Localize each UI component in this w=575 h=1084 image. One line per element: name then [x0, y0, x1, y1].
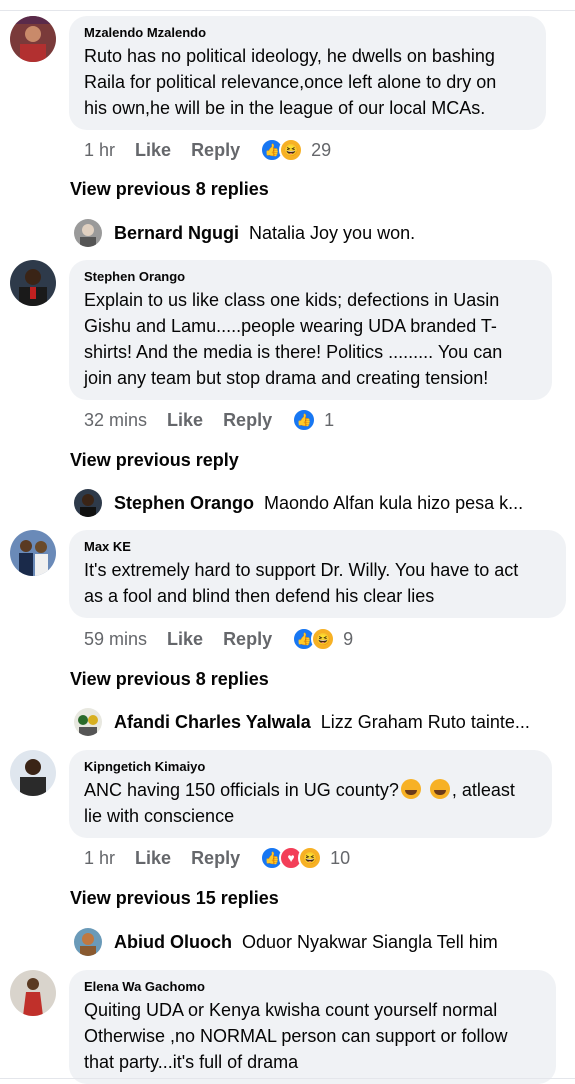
comment-author[interactable]: Stephen Orango: [84, 269, 538, 285]
reply-button[interactable]: Reply: [223, 410, 272, 431]
haha-reaction-icon: 😆: [279, 138, 304, 162]
view-previous-replies-link[interactable]: View previous 15 replies: [70, 888, 279, 909]
comment-author[interactable]: Elena Wa Gachomo: [84, 979, 542, 995]
comment-time[interactable]: 1 hr: [84, 140, 115, 161]
bottom-divider: [0, 1078, 575, 1079]
comment-time[interactable]: 1 hr: [84, 848, 115, 869]
reaction-count: 1: [324, 409, 335, 430]
comment-time[interactable]: 32 mins: [84, 410, 147, 431]
comment-time[interactable]: 59 mins: [84, 629, 147, 650]
comment-text: Explain to us like class one kids; defec…: [84, 290, 503, 388]
reaction-summary[interactable]: 👍 😆: [260, 138, 304, 162]
like-button[interactable]: Like: [135, 140, 171, 161]
like-button[interactable]: Like: [135, 848, 171, 869]
haha-reaction-icon: 😆: [298, 846, 323, 870]
reaction-count: 10: [330, 847, 351, 868]
comment-author[interactable]: Mzalendo Mzalendo: [84, 25, 532, 41]
reply-text: Lizz Graham Ruto tainte...: [320, 711, 530, 732]
reply-preview[interactable]: Abiud Oluoch Oduor Nyakwar Siangla Tell …: [74, 927, 564, 957]
reply-text: Oduor Nyakwar Siangla Tell him: [241, 931, 498, 952]
reply-preview[interactable]: Stephen Orango Maondo Alfan kula hizo pe…: [74, 488, 564, 518]
comment-bubble: Max KE It's extremely hard to support Dr…: [69, 530, 566, 618]
reply-author: Abiud Oluoch: [114, 931, 232, 952]
reply-author: Bernard Ngugi: [114, 222, 240, 243]
view-previous-replies-link[interactable]: View previous reply: [70, 450, 239, 471]
comment-text: Quiting UDA or Kenya kwisha count yourse…: [84, 1000, 508, 1072]
avatar[interactable]: [10, 750, 56, 796]
reaction-count: 29: [311, 139, 332, 160]
avatar: [74, 219, 102, 247]
comment-actions: 1 hr Like Reply 👍 ♥ 😆 10: [84, 846, 350, 870]
avatar[interactable]: [10, 16, 56, 62]
comment-text: It's extremely hard to support Dr. Willy…: [84, 560, 519, 606]
reply-preview[interactable]: Bernard Ngugi Natalia Joy you won.: [74, 218, 564, 248]
reply-button[interactable]: Reply: [191, 848, 240, 869]
like-button[interactable]: Like: [167, 629, 203, 650]
like-reaction-icon: 👍: [292, 408, 317, 432]
rofl-emoji-icon: [400, 779, 421, 799]
rofl-emoji-icon: [429, 779, 450, 799]
reply-author: Afandi Charles Yalwala: [114, 711, 311, 732]
avatar[interactable]: [10, 260, 56, 306]
avatar: [74, 928, 102, 956]
reaction-summary[interactable]: 👍 ♥ 😆: [260, 846, 323, 870]
comment-actions: 59 mins Like Reply 👍 😆 9: [84, 627, 353, 651]
comment-text: Ruto has no political ideology, he dwell…: [84, 46, 497, 118]
comment-text: ANC having 150 officials in UG county? ,…: [84, 779, 515, 826]
comment-author[interactable]: Max KE: [84, 539, 552, 555]
like-button[interactable]: Like: [167, 410, 203, 431]
haha-reaction-icon: 😆: [311, 627, 336, 651]
comment-actions: 1 hr Like Reply 👍 😆 29: [84, 138, 331, 162]
comment-bubble: Elena Wa Gachomo Quiting UDA or Kenya kw…: [69, 970, 556, 1084]
avatar[interactable]: [10, 970, 56, 1016]
comment-bubble: Stephen Orango Explain to us like class …: [69, 260, 552, 400]
reply-text: Maondo Alfan kula hizo pesa k...: [264, 492, 524, 513]
comment-actions: 32 mins Like Reply 👍 1: [84, 408, 334, 432]
view-previous-replies-link[interactable]: View previous 8 replies: [70, 179, 269, 200]
reaction-summary[interactable]: 👍 😆: [292, 627, 336, 651]
avatar[interactable]: [10, 530, 56, 576]
reaction-summary[interactable]: 👍: [292, 408, 317, 432]
avatar: [74, 489, 102, 517]
view-previous-replies-link[interactable]: View previous 8 replies: [70, 669, 269, 690]
reaction-count: 9: [343, 628, 354, 649]
top-divider: [0, 10, 575, 11]
reply-author: Stephen Orango: [114, 492, 255, 513]
avatar: [74, 708, 102, 736]
comment-bubble: Mzalendo Mzalendo Ruto has no political …: [69, 16, 546, 130]
reply-preview[interactable]: Afandi Charles Yalwala Lizz Graham Ruto …: [74, 707, 564, 737]
comment-bubble: Kipngetich Kimaiyo ANC having 150 offici…: [69, 750, 552, 838]
comment-author[interactable]: Kipngetich Kimaiyo: [84, 759, 538, 775]
reply-button[interactable]: Reply: [191, 140, 240, 161]
reply-text: Natalia Joy you won.: [249, 222, 416, 243]
reply-button[interactable]: Reply: [223, 629, 272, 650]
